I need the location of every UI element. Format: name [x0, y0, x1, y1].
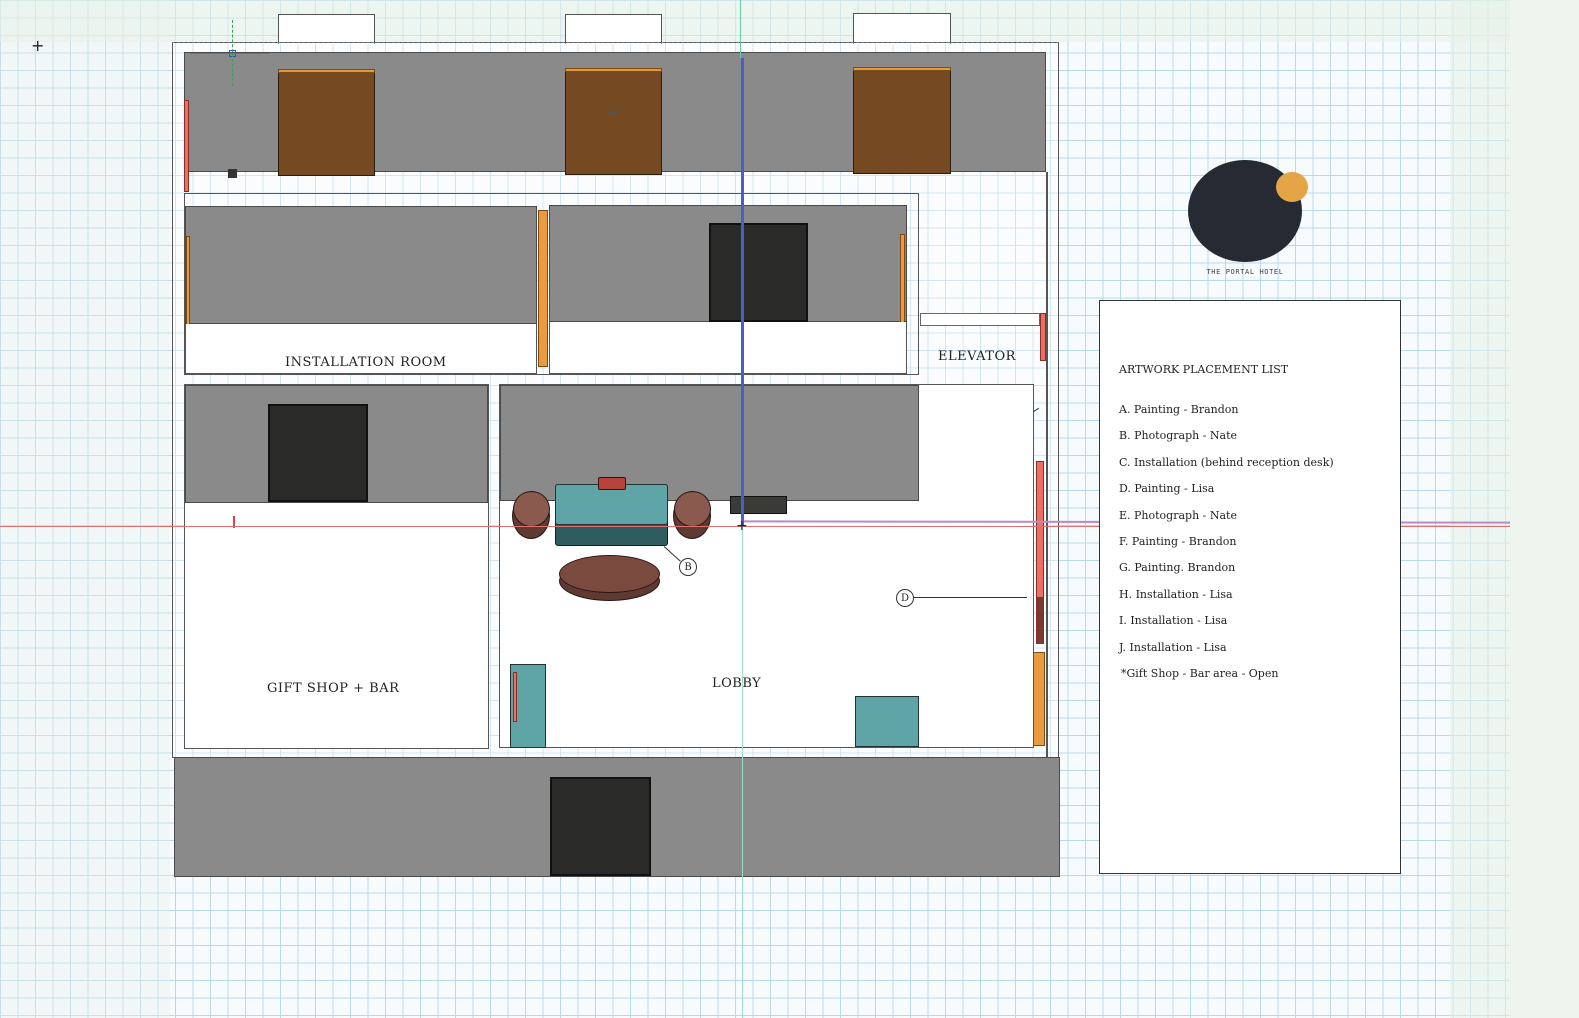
- logo-sun-icon: [1276, 172, 1308, 202]
- crosshair-cursor-icon: +: [31, 36, 45, 55]
- artwork-list-item: H. Installation - Lisa: [1119, 588, 1233, 601]
- stool-left[interactable]: [513, 491, 550, 527]
- wooden-door-panel[interactable]: [853, 67, 951, 174]
- blue-axis: [741, 58, 744, 526]
- artwork-list-item: B. Photograph - Nate: [1119, 429, 1238, 442]
- gift-shop-label: GIFT SHOP + BAR: [267, 681, 400, 696]
- installation-room-floor-right: [549, 322, 907, 374]
- elevator-label: ELEVATOR: [938, 349, 1016, 364]
- green-axis: [742, 526, 743, 1018]
- artwork-list-item: J. Installation - Lisa: [1119, 641, 1227, 654]
- wall-tab[interactable]: [278, 14, 375, 44]
- leader-line: [914, 597, 1027, 599]
- lobby-wall-gap: [920, 385, 1033, 501]
- artwork-marker-d[interactable]: D: [896, 589, 914, 607]
- wooden-door-panel[interactable]: [565, 68, 662, 175]
- dark-doorway[interactable]: [550, 777, 651, 876]
- dark-doorway[interactable]: [268, 404, 368, 502]
- anchor-point-icon: [228, 169, 237, 178]
- green-axis: [740, 0, 741, 58]
- right-wall-line: [1046, 172, 1048, 758]
- artwork-list-item: G. Painting. Brandon: [1119, 561, 1236, 574]
- axis-red-short: [190, 53, 270, 54]
- coffee-table[interactable]: [559, 555, 660, 593]
- move-cursor-icon: +: [607, 105, 619, 121]
- canvas-edge-shade: [0, 0, 1510, 42]
- crosshair-cursor-icon: +: [736, 518, 748, 534]
- artwork-marker-red[interactable]: [184, 100, 189, 192]
- artwork-marker-b[interactable]: B: [679, 558, 697, 576]
- artwork-list-item: *Gift Shop - Bar area - Open: [1121, 667, 1279, 680]
- artwork-list-item: F. Painting - Brandon: [1119, 535, 1237, 548]
- artwork-list-panel[interactable]: ARTWORK PLACEMENT LIST A. Painting - Bra…: [1099, 300, 1401, 874]
- wall-tab[interactable]: [565, 14, 662, 44]
- artwork-marker-dark: [1037, 597, 1043, 643]
- canvas-edge-shade: [0, 0, 170, 1018]
- artwork-marker-red[interactable]: [513, 672, 517, 722]
- artwork-list-title: ARTWORK PLACEMENT LIST: [1119, 363, 1289, 376]
- logo-text: THE PORTAL HOTEL: [1206, 268, 1284, 276]
- elevator-door-frame[interactable]: [920, 313, 1040, 326]
- lobby-label: LOBBY: [712, 676, 762, 691]
- stool-right[interactable]: [674, 491, 711, 527]
- artwork-list-item: C. Installation (behind reception desk): [1119, 456, 1334, 469]
- installation-room-wall-left[interactable]: [185, 206, 537, 324]
- wall-tab[interactable]: [853, 13, 951, 44]
- desk-item-red[interactable]: [598, 477, 626, 490]
- reception-desk[interactable]: [555, 484, 668, 525]
- canvas-edge-shade: [1450, 0, 1510, 1018]
- installation-room-label: INSTALLATION ROOM: [285, 355, 447, 370]
- artwork-strip-orange[interactable]: [538, 210, 548, 367]
- dark-doorway[interactable]: [709, 223, 808, 322]
- wooden-door-panel[interactable]: [278, 69, 375, 176]
- artwork-list-item: A. Painting - Brandon: [1119, 403, 1239, 416]
- display-cube[interactable]: [855, 696, 919, 747]
- artwork-strip-orange[interactable]: [1033, 652, 1045, 746]
- artwork-list-item: D. Painting - Lisa: [1119, 482, 1215, 495]
- axis-green-short: [232, 20, 233, 86]
- artwork-list-item: E. Photograph - Nate: [1119, 509, 1237, 522]
- artwork-list-item: I. Installation - Lisa: [1119, 614, 1228, 627]
- selection-outline: [172, 42, 1059, 44]
- wall-shelf[interactable]: [730, 496, 787, 514]
